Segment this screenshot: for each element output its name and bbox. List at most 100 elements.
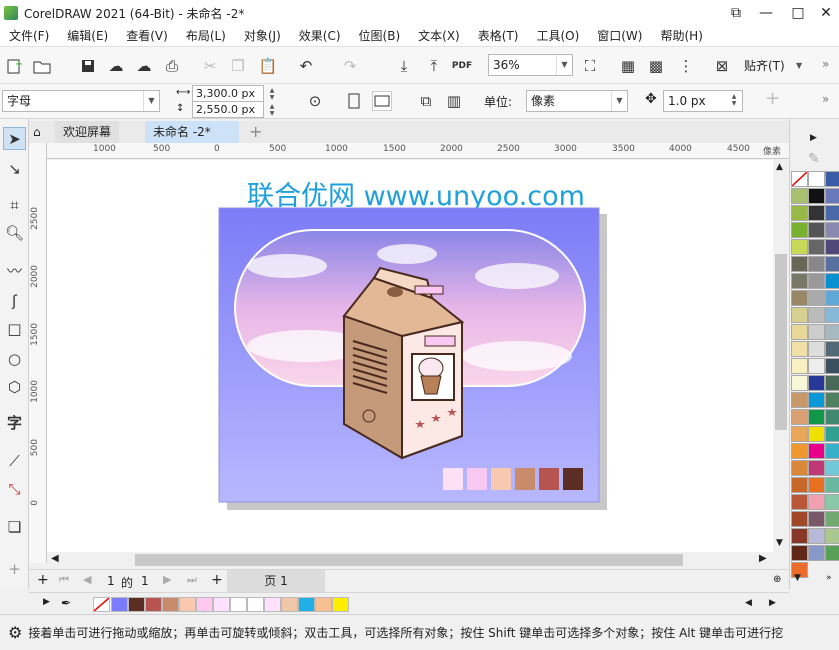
palette-color-swatch[interactable] xyxy=(791,358,808,374)
palette-color-swatch[interactable] xyxy=(808,426,825,442)
palette-color-swatch[interactable] xyxy=(808,273,825,289)
palette-color-swatch[interactable] xyxy=(791,205,808,221)
palette-color-swatch[interactable] xyxy=(791,460,808,476)
palette-scroll-up-icon[interactable]: ▶ xyxy=(810,133,817,143)
vertical-ruler[interactable]: 2500 2000 1500 1000 500 0 xyxy=(29,143,47,563)
tab-document[interactable]: 未命名 -2* xyxy=(145,121,239,143)
zoom-level-combo[interactable]: 36% ▼ xyxy=(488,54,573,76)
portrait-icon[interactable] xyxy=(344,91,364,111)
scroll-left-icon[interactable]: ◀ xyxy=(51,553,59,564)
document-color-swatch[interactable] xyxy=(179,597,196,612)
palette-color-swatch[interactable] xyxy=(825,256,839,272)
menu-file[interactable]: 文件(F) xyxy=(0,26,58,46)
cut-icon[interactable]: ✂ xyxy=(200,56,220,76)
propbar-overflow-icon[interactable]: » xyxy=(822,92,829,106)
document-color-swatch[interactable] xyxy=(332,597,349,612)
palette-color-swatch[interactable] xyxy=(791,511,808,527)
current-page-layout-icon[interactable]: ▥ xyxy=(444,91,464,111)
export-icon[interactable]: ⤒ xyxy=(424,56,444,76)
palette-eyedropper-icon[interactable]: ✎ xyxy=(808,151,820,167)
document-color-swatch[interactable] xyxy=(264,597,281,612)
palette-color-swatch[interactable] xyxy=(808,460,825,476)
menu-edit[interactable]: 编辑(E) xyxy=(58,26,117,46)
palette-color-swatch[interactable] xyxy=(791,426,808,442)
palette-color-swatch[interactable] xyxy=(808,239,825,255)
menu-help[interactable]: 帮助(H) xyxy=(651,26,711,46)
polygon-tool-icon[interactable]: ⬡ xyxy=(3,375,26,398)
page-width-field[interactable]: 3,300.0 px xyxy=(192,85,264,102)
paste-icon[interactable]: 📋 xyxy=(258,56,278,76)
palette-color-swatch[interactable] xyxy=(825,358,839,374)
palette-color-swatch[interactable] xyxy=(808,375,825,391)
palette-color-swatch[interactable] xyxy=(791,273,808,289)
minimize-button[interactable]: — xyxy=(748,0,784,26)
palette-color-swatch[interactable] xyxy=(825,511,839,527)
text-tool-icon[interactable]: 字 xyxy=(3,411,26,434)
palette-expand-icon[interactable]: » xyxy=(826,573,832,583)
palette-color-swatch[interactable] xyxy=(825,477,839,493)
palette-color-swatch[interactable] xyxy=(825,443,839,459)
print-icon[interactable]: ⎙ xyxy=(162,56,182,76)
palette-color-swatch[interactable] xyxy=(808,545,825,561)
palette-color-swatch[interactable] xyxy=(825,494,839,510)
palette-color-swatch[interactable] xyxy=(825,528,839,544)
palette-color-swatch[interactable] xyxy=(791,188,808,204)
open-folder-icon[interactable] xyxy=(32,56,52,76)
close-button[interactable]: ✕ xyxy=(808,0,839,26)
units-dropdown-icon[interactable]: ▼ xyxy=(611,91,627,111)
gear-icon[interactable]: ⚙ xyxy=(8,623,22,642)
palette-color-swatch[interactable] xyxy=(791,443,808,459)
vertical-scrollbar[interactable]: ▲ ▼ xyxy=(773,160,789,552)
width-spinner-icon[interactable]: ▲ ▼ xyxy=(266,87,278,101)
scroll-down-icon[interactable]: ▼ xyxy=(776,538,783,548)
new-tab-icon[interactable]: + xyxy=(241,121,270,143)
zoom-navigator-icon[interactable]: ⊕ xyxy=(773,574,781,585)
page-size-combo[interactable]: 字母 ▼ xyxy=(2,90,160,112)
zoom-tool-icon[interactable]: 🔍︎ xyxy=(3,221,26,244)
palette-color-swatch[interactable] xyxy=(825,239,839,255)
first-page-icon[interactable]: ⏮ xyxy=(59,573,69,587)
eyedropper-icon[interactable]: ✒ xyxy=(61,596,71,610)
docpal-scroll-right-icon[interactable]: ▶ xyxy=(769,598,776,608)
all-pages-layout-icon[interactable]: ⧉ xyxy=(416,91,436,111)
palette-color-swatch[interactable] xyxy=(808,256,825,272)
palette-color-swatch[interactable] xyxy=(791,477,808,493)
snap-dropdown-icon[interactable]: ▼ xyxy=(796,61,802,70)
palette-color-swatch[interactable] xyxy=(825,375,839,391)
palette-color-swatch[interactable] xyxy=(808,494,825,510)
page-size-dropdown-icon[interactable]: ▼ xyxy=(143,91,159,111)
document-color-swatch[interactable] xyxy=(298,597,315,612)
document-color-swatch[interactable] xyxy=(162,597,179,612)
palette-color-swatch[interactable] xyxy=(791,494,808,510)
palette-color-swatch[interactable] xyxy=(808,392,825,408)
full-screen-icon[interactable]: ⛶ xyxy=(580,56,600,76)
palette-color-swatch[interactable] xyxy=(808,324,825,340)
palette-color-swatch[interactable] xyxy=(825,341,839,357)
palette-color-swatch[interactable] xyxy=(825,307,839,323)
palette-color-swatch[interactable] xyxy=(808,409,825,425)
menu-table[interactable]: 表格(T) xyxy=(469,26,528,46)
import-icon[interactable]: ⤓ xyxy=(394,56,414,76)
prev-page-icon[interactable]: ◀ xyxy=(83,573,91,586)
show-guidelines-icon[interactable]: ⋮ xyxy=(676,56,696,76)
menu-layout[interactable]: 布局(L) xyxy=(177,26,235,46)
snap-off-icon[interactable]: ⊠ xyxy=(712,56,732,76)
palette-color-swatch[interactable] xyxy=(791,324,808,340)
palette-color-swatch[interactable] xyxy=(791,239,808,255)
nudge-distance-field[interactable]: 1.0 px ▲ ▼ xyxy=(663,90,743,112)
palette-color-swatch[interactable] xyxy=(808,205,825,221)
tab-welcome[interactable]: 欢迎屏幕 xyxy=(55,121,120,143)
document-color-swatch[interactable] xyxy=(128,597,145,612)
menu-text[interactable]: 文本(X) xyxy=(409,26,469,46)
document-color-swatch[interactable] xyxy=(315,597,332,612)
menu-view[interactable]: 查看(V) xyxy=(117,26,177,46)
document-color-swatch[interactable] xyxy=(196,597,213,612)
document-color-swatch[interactable] xyxy=(230,597,247,612)
document-color-swatch[interactable] xyxy=(247,597,264,612)
docpal-scroll-left-icon[interactable]: ◀ xyxy=(745,598,752,608)
palette-color-swatch[interactable] xyxy=(825,222,839,238)
artistic-media-tool-icon[interactable]: ʃ xyxy=(3,289,26,312)
nudge-spinner-icon[interactable]: ▲ ▼ xyxy=(728,93,740,107)
palette-color-swatch[interactable] xyxy=(808,188,825,204)
next-page-icon[interactable]: ▶ xyxy=(163,573,171,586)
